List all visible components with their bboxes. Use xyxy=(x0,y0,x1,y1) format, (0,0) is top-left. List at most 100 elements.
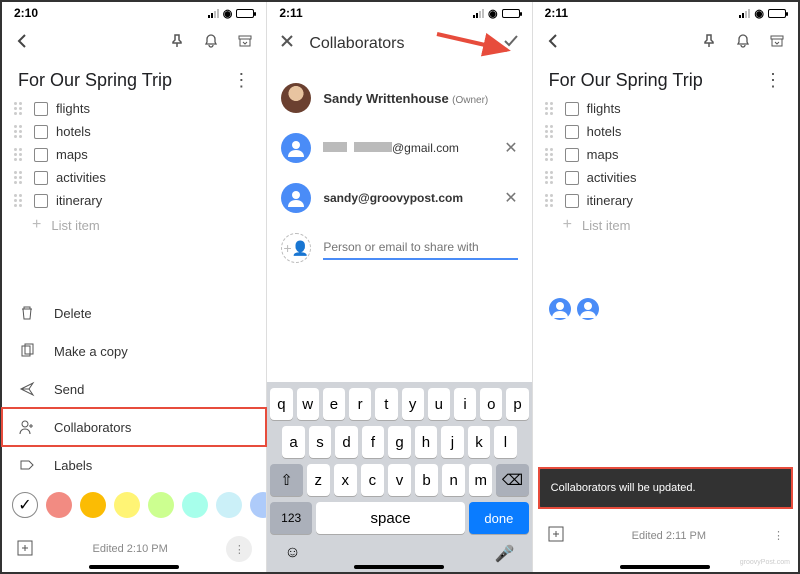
list-item[interactable]: maps xyxy=(10,143,258,166)
checkbox[interactable] xyxy=(565,125,579,139)
drag-handle-icon[interactable] xyxy=(14,194,26,207)
key[interactable]: k xyxy=(468,426,490,458)
checkbox[interactable] xyxy=(565,148,579,162)
back-icon[interactable] xyxy=(543,30,565,52)
drag-handle-icon[interactable] xyxy=(545,148,557,161)
mic-icon[interactable]: 🎤 xyxy=(495,544,515,564)
menu-send[interactable]: Send xyxy=(2,370,266,408)
reminder-bell-icon[interactable] xyxy=(732,30,754,52)
back-icon[interactable] xyxy=(12,30,34,52)
key[interactable]: i xyxy=(454,388,476,420)
remove-collaborator-icon[interactable]: ✕ xyxy=(504,188,517,208)
list-item[interactable]: activities xyxy=(541,166,790,189)
color-swatch[interactable] xyxy=(114,492,140,518)
add-collaborator-row[interactable]: +👤 xyxy=(281,223,517,273)
key[interactable]: m xyxy=(469,464,492,496)
key[interactable]: l xyxy=(494,426,516,458)
color-swatch[interactable] xyxy=(80,492,106,518)
list-item[interactable]: flights xyxy=(541,97,790,120)
color-swatch[interactable] xyxy=(46,492,72,518)
checkbox[interactable] xyxy=(34,125,48,139)
color-swatch[interactable] xyxy=(148,492,174,518)
key[interactable]: w xyxy=(297,388,319,420)
more-icon[interactable]: ⋮ xyxy=(773,529,784,542)
home-indicator[interactable] xyxy=(620,565,710,569)
reminder-bell-icon[interactable] xyxy=(200,30,222,52)
confirm-check-icon[interactable] xyxy=(502,32,520,55)
close-icon[interactable] xyxy=(279,33,295,54)
drag-handle-icon[interactable] xyxy=(14,102,26,115)
remove-collaborator-icon[interactable]: ✕ xyxy=(504,138,517,158)
drag-handle-icon[interactable] xyxy=(14,148,26,161)
emoji-icon[interactable]: ☺ xyxy=(284,544,300,564)
key[interactable]: v xyxy=(388,464,411,496)
color-swatch-white[interactable]: ✓ xyxy=(12,492,38,518)
share-input[interactable] xyxy=(323,236,517,260)
key[interactable]: g xyxy=(388,426,410,458)
key[interactable]: r xyxy=(349,388,371,420)
list-item[interactable]: maps xyxy=(541,143,790,166)
color-swatch[interactable] xyxy=(182,492,208,518)
done-key[interactable]: done xyxy=(469,502,529,534)
menu-delete[interactable]: Delete xyxy=(2,294,266,332)
list-item[interactable]: itinerary xyxy=(541,189,790,212)
add-box-icon[interactable] xyxy=(547,525,565,546)
numeric-key[interactable]: 123 xyxy=(270,502,312,534)
color-swatch[interactable] xyxy=(250,492,266,518)
checkbox[interactable] xyxy=(34,171,48,185)
list-item[interactable]: hotels xyxy=(541,120,790,143)
note-title[interactable]: For Our Spring Trip xyxy=(549,70,764,91)
drag-handle-icon[interactable] xyxy=(545,194,557,207)
checkbox[interactable] xyxy=(34,194,48,208)
key[interactable]: a xyxy=(282,426,304,458)
menu-collaborators[interactable]: Collaborators xyxy=(2,408,266,446)
drag-handle-icon[interactable] xyxy=(14,171,26,184)
list-item[interactable]: itinerary xyxy=(10,189,258,212)
menu-make-copy[interactable]: Make a copy xyxy=(2,332,266,370)
more-menu-icon[interactable]: ⋮ xyxy=(764,70,782,91)
key[interactable]: z xyxy=(307,464,330,496)
key[interactable]: j xyxy=(441,426,463,458)
drag-handle-icon[interactable] xyxy=(545,102,557,115)
key[interactable]: s xyxy=(309,426,331,458)
checkbox[interactable] xyxy=(565,102,579,116)
drag-handle-icon[interactable] xyxy=(14,125,26,138)
pin-icon[interactable] xyxy=(166,30,188,52)
key[interactable]: o xyxy=(480,388,502,420)
key[interactable]: f xyxy=(362,426,384,458)
key[interactable]: h xyxy=(415,426,437,458)
add-list-item[interactable]: +List item xyxy=(541,212,790,238)
menu-labels[interactable]: Labels xyxy=(2,446,266,484)
key[interactable]: u xyxy=(428,388,450,420)
key[interactable]: b xyxy=(415,464,438,496)
space-key[interactable]: space xyxy=(316,502,465,534)
home-indicator[interactable] xyxy=(89,565,179,569)
list-item[interactable]: activities xyxy=(10,166,258,189)
key[interactable]: t xyxy=(375,388,397,420)
home-indicator[interactable] xyxy=(354,565,444,569)
checkbox[interactable] xyxy=(565,171,579,185)
key[interactable]: e xyxy=(323,388,345,420)
key[interactable]: x xyxy=(334,464,357,496)
key[interactable]: p xyxy=(506,388,528,420)
checkbox[interactable] xyxy=(34,148,48,162)
checkbox[interactable] xyxy=(34,102,48,116)
color-swatch[interactable] xyxy=(216,492,242,518)
key[interactable]: y xyxy=(402,388,424,420)
list-item[interactable]: hotels xyxy=(10,120,258,143)
more-menu-icon[interactable]: ⋮ xyxy=(232,70,250,91)
key[interactable]: c xyxy=(361,464,384,496)
backspace-key[interactable]: ⌫ xyxy=(496,464,528,496)
checkbox[interactable] xyxy=(565,194,579,208)
drag-handle-icon[interactable] xyxy=(545,171,557,184)
key[interactable]: d xyxy=(335,426,357,458)
list-item[interactable]: flights xyxy=(10,97,258,120)
key[interactable]: q xyxy=(270,388,292,420)
collaborator-avatars[interactable] xyxy=(533,238,798,330)
archive-icon[interactable] xyxy=(234,30,256,52)
shift-key[interactable]: ⇧ xyxy=(270,464,302,496)
note-title[interactable]: For Our Spring Trip xyxy=(18,70,232,91)
add-box-icon[interactable] xyxy=(16,539,34,560)
add-list-item[interactable]: +List item xyxy=(10,212,258,238)
more-icon[interactable]: ⋮ xyxy=(226,536,252,562)
